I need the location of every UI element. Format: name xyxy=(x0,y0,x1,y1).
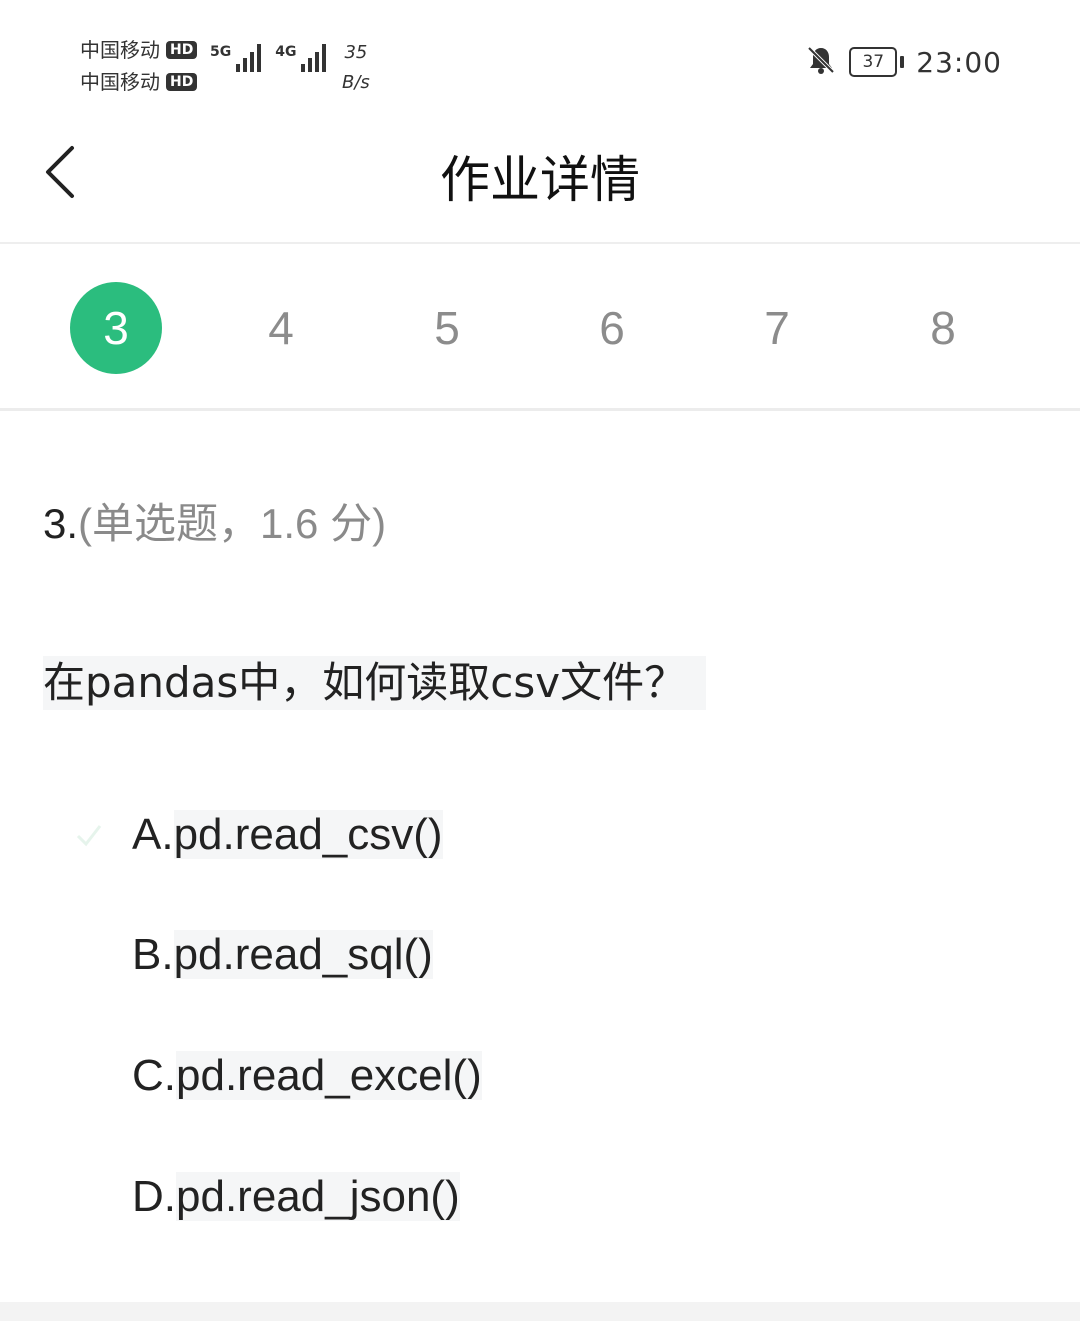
tab-question-4[interactable]: 4 xyxy=(235,282,327,374)
question-text: 在pandas中，如何读取csv文件？ xyxy=(43,656,707,710)
question-header: 3.(单选题，1.6 分) xyxy=(43,490,386,551)
option-text: pd.read_excel() xyxy=(176,1051,482,1100)
page-title: 作业详情 xyxy=(440,151,640,209)
signal-indicators: 5G 4G xyxy=(210,44,327,72)
battery-level: 37 xyxy=(849,47,898,77)
question-number: 3. xyxy=(43,500,79,547)
network-type-label: 5G xyxy=(210,44,232,60)
tab-question-8[interactable]: 8 xyxy=(897,282,989,374)
signal-4g-icon: 4G xyxy=(275,44,327,72)
option-letter: A. xyxy=(132,810,174,859)
option-letter: C. xyxy=(132,1051,176,1100)
option-text: pd.read_sql() xyxy=(173,930,433,979)
tab-question-6[interactable]: 6 xyxy=(566,282,658,374)
footer-bar xyxy=(0,1302,1080,1321)
question-tabs: 3 4 5 6 7 8 xyxy=(0,244,1080,411)
hd-badge: HD xyxy=(166,41,198,59)
option-d[interactable]: D.pd.read_json() xyxy=(132,1170,460,1224)
option-c[interactable]: C.pd.read_excel() xyxy=(132,1049,482,1103)
question-meta: (单选题，1.6 分) xyxy=(78,500,387,547)
option-letter: D. xyxy=(132,1172,176,1221)
bell-muted-icon xyxy=(805,44,837,80)
option-a[interactable]: A.pd.read_csv() xyxy=(132,808,443,862)
option-text: pd.read_json() xyxy=(176,1172,460,1221)
carrier-label: 中国移动 xyxy=(80,70,160,94)
speed-unit: B/s xyxy=(342,72,370,93)
hd-badge: HD xyxy=(166,73,198,91)
speed-value: 35 xyxy=(344,42,368,63)
tab-question-7[interactable]: 7 xyxy=(731,282,823,374)
clock: 23:00 xyxy=(916,45,1002,79)
option-text: pd.read_csv() xyxy=(173,810,443,859)
network-type-label: 4G xyxy=(275,44,297,60)
status-bar: 中国移动 HD 中国移动 HD 5G 4G 35 B/s 37 23:00 xyxy=(0,0,1080,120)
signal-5g-icon: 5G xyxy=(210,44,262,72)
status-right: 37 23:00 xyxy=(805,44,1002,80)
app-header: 作业详情 xyxy=(0,120,1080,244)
tab-question-3[interactable]: 3 xyxy=(70,282,162,374)
tab-question-5[interactable]: 5 xyxy=(401,282,493,374)
carrier-label: 中国移动 xyxy=(80,38,160,62)
option-letter: B. xyxy=(132,930,174,979)
option-b[interactable]: B.pd.read_sql() xyxy=(132,928,433,982)
carrier-info: 中国移动 HD 中国移动 HD xyxy=(80,34,198,98)
check-icon xyxy=(74,820,104,850)
network-speed: 35 B/s xyxy=(342,38,370,98)
battery-icon: 37 xyxy=(849,47,905,77)
